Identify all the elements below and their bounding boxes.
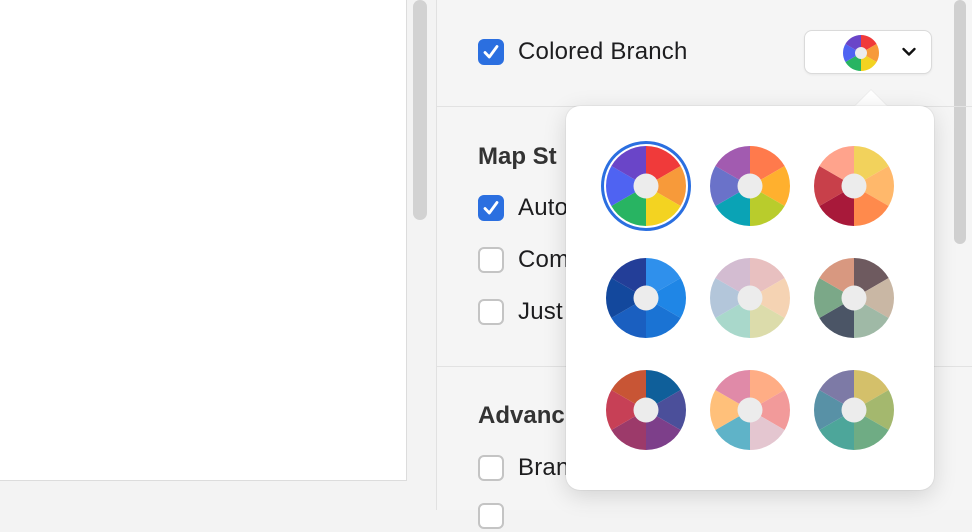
wheel-center: [737, 285, 763, 311]
advanced-heading: Advanc: [478, 402, 565, 429]
wheel-segment: [611, 186, 646, 226]
just-checkbox[interactable]: [478, 299, 504, 325]
palette-wheel-icon: [843, 35, 879, 76]
colored-branch-checkbox[interactable]: [478, 39, 504, 65]
wheel-center: [841, 285, 867, 311]
map-style-option-auto[interactable]: Auto: [478, 192, 568, 224]
palette-swatch-muted[interactable]: [812, 368, 896, 452]
palette-swatch-pastel[interactable]: [708, 256, 792, 340]
option-label: Com: [518, 246, 570, 273]
branch-color-dropdown[interactable]: [804, 30, 932, 74]
wheel-center: [633, 173, 659, 199]
palette-swatch-blues[interactable]: [604, 256, 688, 340]
map-canvas[interactable]: [0, 0, 407, 481]
colored-branch-row[interactable]: Colored Branch: [478, 36, 688, 68]
advanced-option-next[interactable]: [478, 500, 504, 532]
auto-checkbox[interactable]: [478, 195, 504, 221]
map-style-heading: Map St: [478, 143, 557, 170]
checkmark-icon: [483, 45, 499, 59]
panel-scrollbar[interactable]: [954, 0, 966, 244]
chevron-down-icon: [901, 44, 917, 65]
advanced-option-bran[interactable]: Bran: [478, 452, 570, 484]
map-style-option-just[interactable]: Just: [478, 296, 563, 328]
option-label: Bran: [518, 454, 570, 481]
wheel-center: [737, 397, 763, 423]
wheel-center: [633, 285, 659, 311]
popover-arrow: [855, 90, 887, 106]
next-checkbox[interactable]: [478, 503, 504, 529]
palette-swatch-rainbow[interactable]: [601, 141, 691, 231]
wheel-segment: [646, 146, 681, 186]
colored-branch-label: Colored Branch: [518, 38, 688, 65]
option-label: Just: [518, 298, 563, 325]
palette-swatch-candy[interactable]: [708, 368, 792, 452]
wheel-center: [737, 173, 763, 199]
canvas-scrollbar[interactable]: [413, 0, 427, 220]
wheel-center: [841, 397, 867, 423]
bran-checkbox[interactable]: [478, 455, 504, 481]
wheel-segment: [611, 146, 646, 186]
wheel-segment: [606, 166, 646, 206]
palette-swatch-vivid[interactable]: [708, 144, 792, 228]
palette-swatch-earth[interactable]: [812, 256, 896, 340]
com-checkbox[interactable]: [478, 247, 504, 273]
palette-swatch-warm[interactable]: [812, 144, 896, 228]
option-label: Auto: [518, 194, 569, 221]
palette-swatch-berry[interactable]: [604, 368, 688, 452]
wheel-segment: [646, 186, 681, 226]
wheel-center: [841, 173, 867, 199]
checkmark-icon: [483, 201, 499, 215]
wheel-center: [855, 47, 867, 59]
map-style-option-com[interactable]: Com: [478, 244, 569, 276]
wheel-center: [633, 397, 659, 423]
wheel-segment: [646, 166, 686, 206]
